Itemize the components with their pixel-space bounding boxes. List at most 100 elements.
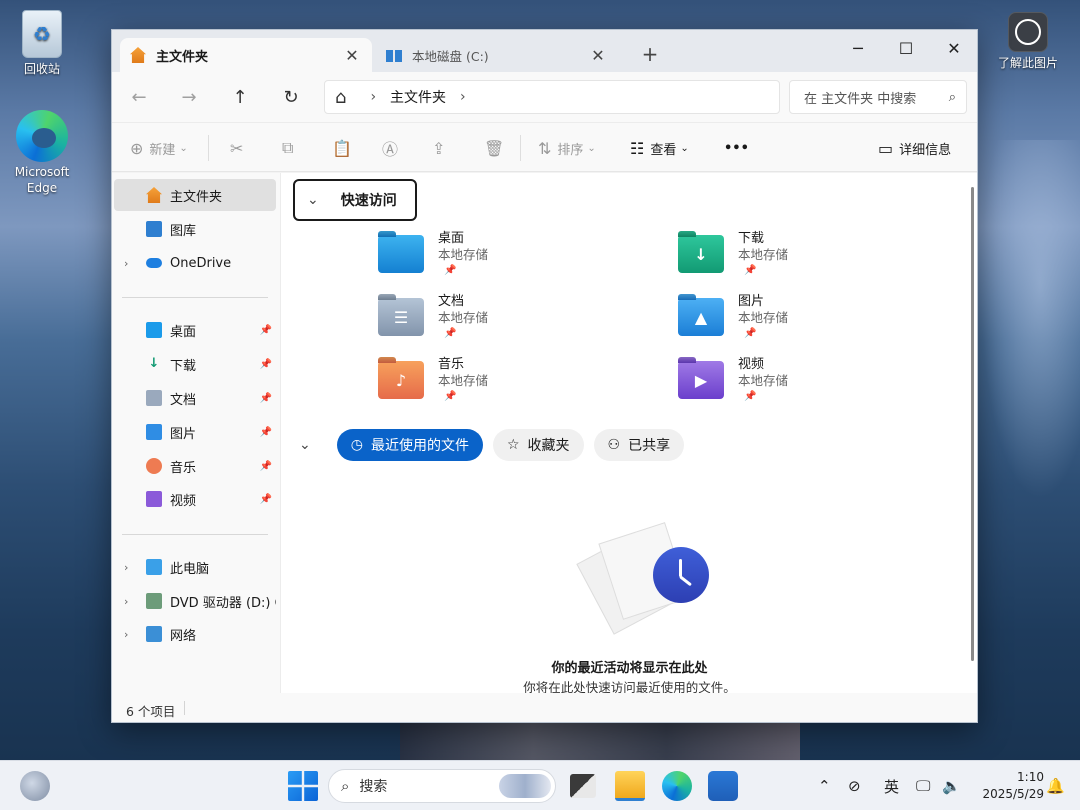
chevron-down-icon[interactable]: ⌄ xyxy=(299,437,311,453)
pin-icon[interactable]: 📌 xyxy=(260,461,272,472)
home-icon: ⌂ xyxy=(335,86,347,108)
recycle-bin-icon: ♻ xyxy=(22,10,62,58)
maximize-button[interactable]: ☐ xyxy=(883,34,929,64)
taskbar-clock[interactable]: 1:10 2025/5/29 xyxy=(974,769,1044,803)
scissors-icon: ✂ xyxy=(230,138,244,158)
delete-button[interactable]: 🗑 xyxy=(484,123,510,173)
copy-button[interactable]: ⧉ xyxy=(282,123,299,173)
taskbar-search[interactable]: ⌕ 搜索 xyxy=(328,769,556,803)
sidebar-item-onedrive[interactable]: › OneDrive xyxy=(114,247,276,279)
home-folder-icon xyxy=(146,187,162,203)
breadcrumb-home[interactable]: 主文件夹 xyxy=(390,87,446,107)
sidebar-item-dvd-drive[interactable]: › DVD 驱动器 (D:) C xyxy=(114,585,276,617)
quick-access-item[interactable]: ▲ 图片 本地存储 📌 xyxy=(678,294,898,352)
documents-folder-icon: ☰ xyxy=(378,298,424,336)
search-input[interactable]: 在 主文件夹 中搜索 ⌕ xyxy=(789,80,967,114)
desktop-folder-icon xyxy=(378,235,424,273)
minimize-button[interactable]: ─ xyxy=(835,34,881,64)
recycle-bin-desktop-icon[interactable]: ♻ 回收站 xyxy=(2,10,82,77)
chevron-right-icon[interactable]: › xyxy=(460,89,466,105)
tab-recent-files[interactable]: ◷ 最近使用的文件 xyxy=(336,429,483,461)
document-icon xyxy=(146,390,162,406)
widgets-icon[interactable] xyxy=(20,771,50,801)
pin-icon[interactable]: 📌 xyxy=(260,359,272,370)
tab-shared[interactable]: ⚇ 已共享 xyxy=(593,429,685,461)
sidebar-item-desktop[interactable]: 桌面 📌 xyxy=(114,314,276,346)
rename-button[interactable]: Ⓐ xyxy=(382,123,404,173)
chevron-right-icon[interactable]: › xyxy=(124,561,128,574)
chevron-right-icon[interactable]: › xyxy=(370,89,376,105)
ime-indicator[interactable]: 英 xyxy=(884,761,899,810)
sidebar-item-music[interactable]: 音乐 📌 xyxy=(114,450,276,482)
quick-access-item[interactable]: ▶ 视频 本地存储 📌 xyxy=(678,357,898,415)
sidebar-item-this-pc[interactable]: › 此电脑 xyxy=(114,551,276,583)
vertical-scrollbar[interactable] xyxy=(971,187,974,661)
pictures-folder-icon: ▲ xyxy=(678,298,724,336)
chevron-down-icon: ⌄ xyxy=(307,192,319,208)
item-name: 视频 xyxy=(738,357,765,372)
forward-button[interactable]: → xyxy=(174,84,204,112)
quick-access-item[interactable]: 桌面 本地存储 📌 xyxy=(378,231,598,289)
up-button[interactable]: ↑ xyxy=(225,84,255,112)
recent-files-tabs: ⌄ ◷ 最近使用的文件 ☆ 收藏夹 ⚇ 已共享 xyxy=(299,429,685,461)
item-location: 本地存储 xyxy=(438,373,489,388)
chevron-right-icon[interactable]: › xyxy=(124,257,128,270)
display-icon[interactable]: 🖵 xyxy=(916,761,930,810)
pin-icon[interactable]: 📌 xyxy=(260,393,272,404)
tab-home[interactable]: 主文件夹 ✕ xyxy=(120,38,372,72)
new-tab-button[interactable]: + xyxy=(640,42,660,66)
address-bar[interactable]: ⌂ › 主文件夹 › xyxy=(324,80,780,114)
pin-icon[interactable]: 📌 xyxy=(260,427,272,438)
command-bar: ⊕ 新建 ⌄ ✂ ⧉ 📋 Ⓐ ⇪ 🗑 ⇅ 排序 ⌄ ☷ 查看 ⌄ ••• ▭ 详细信息 xyxy=(112,122,977,172)
edge-desktop-icon[interactable]: Microsoft Edge xyxy=(2,110,82,196)
paste-button[interactable]: 📋 xyxy=(332,123,358,173)
back-button[interactable]: ← xyxy=(124,84,154,112)
file-explorer-taskbar-icon[interactable] xyxy=(615,771,645,801)
item-name: 音乐 xyxy=(438,357,465,372)
pin-icon[interactable]: 📌 xyxy=(260,325,272,336)
network-status-icon[interactable]: ⊘ xyxy=(848,761,861,810)
close-tab-icon[interactable]: ✕ xyxy=(342,46,362,65)
view-label: 查看 xyxy=(650,142,677,158)
refresh-button[interactable]: ↻ xyxy=(276,84,306,112)
sort-button[interactable]: ⇅ 排序 ⌄ xyxy=(538,123,596,173)
quick-access-header[interactable]: ⌄ 快速访问 xyxy=(293,179,417,221)
store-icon[interactable] xyxy=(708,771,738,801)
tab-favorites[interactable]: ☆ 收藏夹 xyxy=(492,429,584,461)
close-window-button[interactable]: ✕ xyxy=(931,34,977,64)
view-button[interactable]: ☷ 查看 ⌄ xyxy=(630,123,689,173)
quick-access-item[interactable]: ↓ 下载 本地存储 📌 xyxy=(678,231,898,289)
quick-access-item[interactable]: ☰ 文档 本地存储 📌 xyxy=(378,294,598,352)
close-tab-icon[interactable]: ✕ xyxy=(588,46,608,65)
start-button[interactable] xyxy=(288,771,318,801)
pin-icon: 📌 xyxy=(444,391,457,402)
sidebar-item-home[interactable]: 主文件夹 xyxy=(114,179,276,211)
tab-local-disk[interactable]: 本地磁盘 (C:) ✕ xyxy=(376,38,618,72)
edge-taskbar-icon[interactable] xyxy=(662,771,692,801)
notification-bell-icon[interactable]: 🔔 xyxy=(1046,761,1065,810)
new-button[interactable]: ⊕ 新建 ⌄ xyxy=(130,123,188,173)
pin-icon[interactable]: 📌 xyxy=(260,494,272,505)
chevron-right-icon[interactable]: › xyxy=(124,595,128,608)
details-pane-button[interactable]: ▭ 详细信息 xyxy=(878,123,951,173)
search-label: 搜索 xyxy=(359,779,388,795)
sidebar-item-pictures[interactable]: 图片 📌 xyxy=(114,416,276,448)
navigation-pane: 主文件夹 图库 › OneDrive 桌面 📌 ↓ 下载 📌 文档 📌 图片 📌… xyxy=(112,173,280,693)
sidebar-item-documents[interactable]: 文档 📌 xyxy=(114,382,276,414)
show-hidden-icons-button[interactable]: ⌃ xyxy=(818,761,831,810)
sidebar-item-network[interactable]: › 网络 xyxy=(114,618,276,650)
task-view-icon[interactable] xyxy=(570,774,596,798)
sidebar-item-gallery[interactable]: 图库 xyxy=(114,213,276,245)
tab-bar: 主文件夹 ✕ 本地磁盘 (C:) ✕ + ─ ☐ ✕ xyxy=(112,30,977,72)
cut-button[interactable]: ✂ xyxy=(230,123,249,173)
chevron-right-icon[interactable]: › xyxy=(124,628,128,641)
item-count: 6 个项目 xyxy=(126,704,176,719)
more-options-button[interactable]: ••• xyxy=(724,123,749,173)
quick-access-item[interactable]: ♪ 音乐 本地存储 📌 xyxy=(378,357,598,415)
share-button[interactable]: ⇪ xyxy=(432,123,451,173)
learn-about-picture-desktop-icon[interactable]: 了解此图片 xyxy=(988,12,1068,71)
sidebar-item-downloads[interactable]: ↓ 下载 📌 xyxy=(114,348,276,380)
sidebar-item-videos[interactable]: 视频 📌 xyxy=(114,483,276,515)
search-placeholder: 在 主文件夹 中搜索 xyxy=(804,91,917,107)
volume-icon[interactable]: 🔈 xyxy=(942,761,961,810)
